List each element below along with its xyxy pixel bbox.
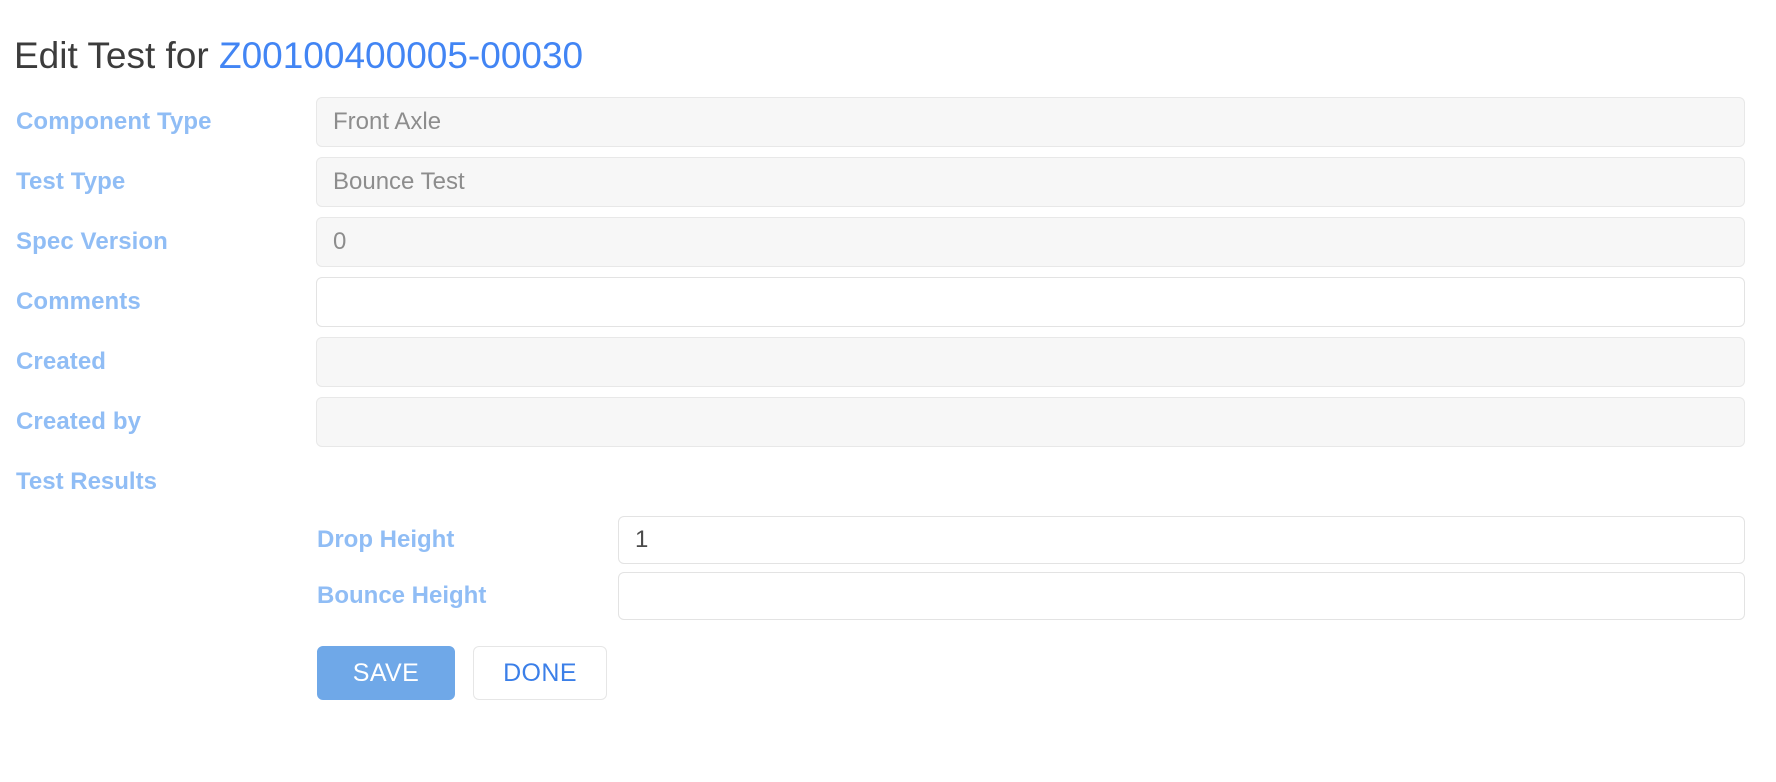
form-row-created-by: Created by [0, 392, 1776, 452]
input-test-type [316, 157, 1745, 207]
result-row-bounce-height: Bounce Height [0, 568, 1776, 624]
form-action-buttons: SAVE DONE [0, 646, 1776, 700]
input-created-by [316, 397, 1745, 447]
save-button[interactable]: SAVE [317, 646, 455, 700]
input-comments[interactable] [316, 277, 1745, 327]
input-bounce-height[interactable] [618, 572, 1745, 620]
label-comments: Comments [16, 288, 141, 315]
label-bounce-height: Bounce Height [317, 582, 487, 609]
label-test-results: Test Results [16, 468, 157, 495]
label-spec-version: Spec Version [16, 228, 168, 255]
label-test-type: Test Type [16, 168, 126, 195]
form-row-component-type: Component Type [0, 92, 1776, 152]
form-row-spec-version: Spec Version [0, 212, 1776, 272]
page-title-prefix: Edit Test for [14, 34, 219, 76]
done-button[interactable]: DONE [473, 646, 607, 700]
result-row-drop-height: Drop Height [0, 512, 1776, 568]
form-row-comments: Comments [0, 272, 1776, 332]
label-component-type: Component Type [16, 108, 212, 135]
input-spec-version [316, 217, 1745, 267]
form-row-created: Created [0, 332, 1776, 392]
input-created [316, 337, 1745, 387]
label-created: Created [16, 348, 107, 375]
input-component-type [316, 97, 1745, 147]
edit-test-page: Edit Test for Z00100400005-00030 Compone… [0, 0, 1776, 782]
edit-test-form: Component Type Test Type Spec Version Co… [0, 92, 1776, 700]
input-drop-height[interactable] [618, 516, 1745, 564]
page-title: Edit Test for Z00100400005-00030 [14, 33, 583, 79]
record-id-link[interactable]: Z00100400005-00030 [219, 35, 583, 76]
test-results-section-header: Test Results [0, 452, 1776, 512]
form-row-test-type: Test Type [0, 152, 1776, 212]
label-created-by: Created by [16, 408, 142, 435]
label-drop-height: Drop Height [317, 526, 455, 553]
